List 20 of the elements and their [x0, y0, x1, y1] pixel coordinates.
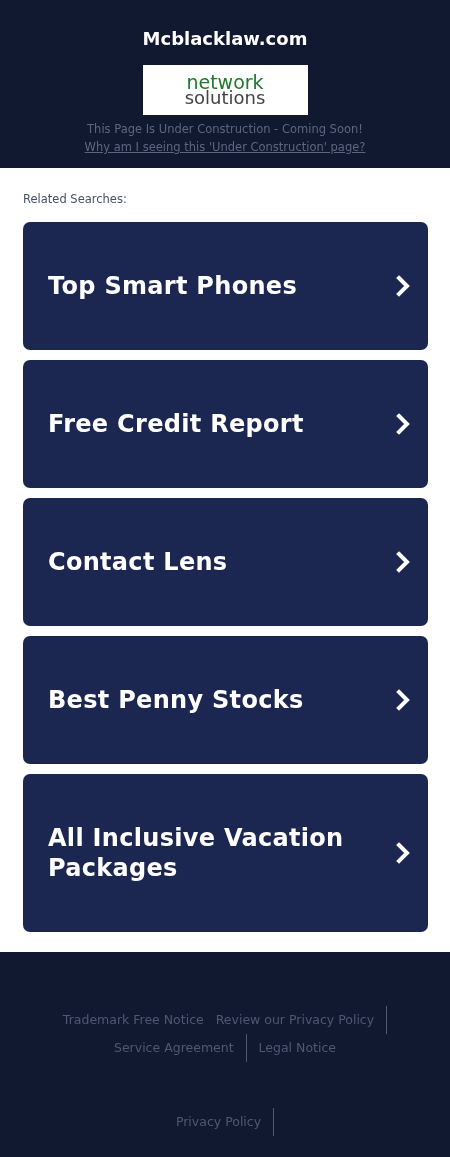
related-heading: Related Searches:	[23, 192, 127, 206]
chevron-icon	[396, 275, 410, 297]
chevron-icon	[396, 413, 410, 435]
footer-link[interactable]: Privacy Policy	[169, 1108, 275, 1136]
search-card[interactable]: Contact Lens	[23, 498, 428, 626]
search-card[interactable]: Top Smart Phones	[23, 222, 428, 350]
search-card[interactable]: All Inclusive Vacation Packages	[23, 774, 428, 932]
chevron-icon	[396, 689, 410, 711]
search-card[interactable]: Best Penny Stocks	[23, 636, 428, 764]
footer-link[interactable]: Review our Privacy Policy	[209, 1006, 388, 1034]
search-card[interactable]: Free Credit Report	[23, 360, 428, 488]
footer-link[interactable]: Service Agreement	[108, 1034, 247, 1062]
why-link[interactable]: Why am I seeing this 'Under Construction' page?	[84, 138, 366, 156]
site-title: Mcblacklaw.com	[142, 28, 308, 49]
chevron-icon	[396, 551, 410, 573]
chevron-icon	[396, 842, 410, 864]
footer-link[interactable]: Trademark Free Notice	[56, 1006, 210, 1034]
footer-link[interactable]: Legal Notice	[252, 1034, 342, 1062]
construction-notice: This Page Is Under Construction - Coming Soon!	[87, 121, 363, 138]
logo: network solutions	[142, 65, 308, 115]
